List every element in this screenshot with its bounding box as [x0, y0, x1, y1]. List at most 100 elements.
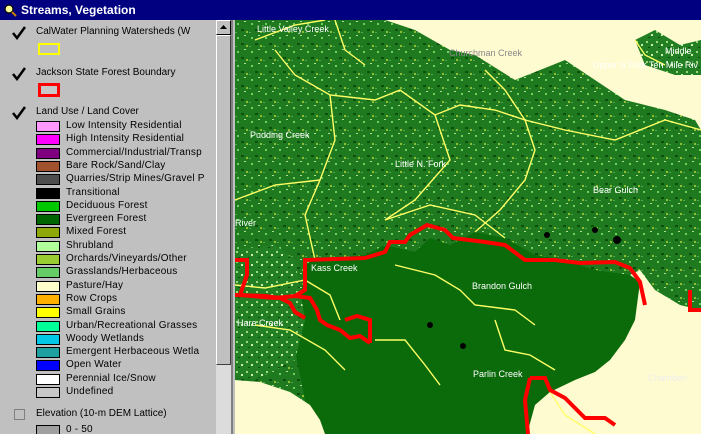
label-parlin-creek: Parlin Creek — [473, 369, 523, 379]
legend-row: Undefined — [36, 386, 216, 399]
legend-label: Bare Rock/Sand/Clay — [66, 159, 166, 171]
legend-swatch — [36, 160, 60, 172]
legend-row: Evergreen Forest — [36, 213, 216, 226]
label-bear-gulch: Bear Gulch — [593, 185, 638, 195]
legend-scrollbar[interactable] — [216, 20, 231, 434]
label-upper-s-fork: Upper S Fork Ten Mile Riv — [593, 60, 698, 70]
legend-swatch — [36, 387, 60, 398]
theme-calwater[interactable]: CalWater Planning Watersheds (W — [0, 26, 216, 62]
legend-swatch — [36, 373, 60, 385]
legend-swatch — [36, 347, 60, 359]
legend-row: High Intensity Residential — [36, 133, 216, 146]
legend-swatch — [36, 134, 60, 146]
checkbox-checked-icon[interactable] — [12, 67, 26, 81]
checkbox-unchecked-icon[interactable] — [14, 409, 25, 420]
label-hare-creek: Hare Creek — [237, 318, 284, 328]
legend-swatch — [36, 280, 60, 292]
legend-row: Row Crops — [36, 293, 216, 306]
legend-row: Transitional — [36, 187, 216, 200]
label-river: River — [235, 218, 256, 228]
view-icon — [3, 3, 17, 17]
legend-label: Grasslands/Herbaceous — [66, 266, 178, 278]
legend-row: Grasslands/Herbaceous — [36, 266, 216, 279]
legend-label: Commercial/Industrial/Transp — [66, 146, 202, 158]
theme-name: CalWater Planning Watersheds (W — [36, 26, 191, 37]
legend-label: Orchards/Vineyards/Other — [66, 253, 187, 264]
legend-label: Mixed Forest — [66, 226, 127, 238]
theme-name: Elevation (10-m DEM Lattice) — [36, 408, 167, 419]
legend-label: Perennial Ice/Snow — [66, 372, 156, 384]
legend-swatch — [36, 200, 60, 212]
arrow-up-icon — [220, 25, 227, 29]
legend-row: Small Grains — [36, 306, 216, 319]
legend-row: Bare Rock/Sand/Clay — [36, 160, 216, 173]
legend-swatch — [36, 240, 60, 252]
legend-label: Evergreen Forest — [66, 213, 147, 225]
legend-swatch — [36, 320, 60, 332]
window-title: Streams, Vegetation — [21, 3, 136, 17]
legend-label: Open Water — [66, 359, 122, 371]
legend-label: Deciduous Forest — [66, 199, 148, 211]
label-kass-creek: Kass Creek — [311, 263, 358, 273]
legend-label: Emergent Herbaceous Wetla — [66, 346, 200, 358]
legend-row: Open Water — [36, 359, 216, 372]
legend-label: Low Intensity Residential — [66, 120, 182, 131]
watershed-symbol — [38, 43, 60, 55]
legend-row: Low Intensity Residential — [36, 120, 216, 133]
theme-jackson-forest[interactable]: Jackson State Forest Boundary — [0, 67, 216, 103]
legend-row-elevation: 0 - 50 — [36, 424, 216, 434]
legend-label: Undefined — [66, 386, 114, 397]
theme-name: Land Use / Land Cover — [36, 106, 139, 117]
legend-row: Deciduous Forest — [36, 200, 216, 213]
map-view[interactable]: Little Valley Creek Churchman Creek Midd… — [235, 20, 701, 434]
legend-label: Shrubland — [66, 239, 114, 251]
legend-swatch — [36, 293, 60, 305]
title-bar: Streams, Vegetation — [0, 0, 701, 20]
legend-content: CalWater Planning Watersheds (W Jackson … — [0, 20, 216, 434]
label-middle: Middle — [665, 46, 692, 56]
legend-label: Quarries/Strip Mines/Gravel P — [66, 173, 205, 185]
legend-swatch — [36, 307, 60, 319]
label-chamberlain: Chamberl — [648, 373, 687, 383]
legend-row: Urban/Recreational Grasses — [36, 320, 216, 333]
theme-name: Jackson State Forest Boundary — [36, 67, 176, 78]
legend-swatch — [36, 121, 60, 132]
legend-swatch — [36, 254, 60, 265]
legend-row: Mixed Forest — [36, 226, 216, 239]
legend-swatch — [36, 147, 60, 159]
legend-row: Quarries/Strip Mines/Gravel P — [36, 173, 216, 186]
legend-swatch — [36, 214, 60, 226]
legend-row: Commercial/Industrial/Transp — [36, 147, 216, 160]
legend-swatch — [36, 425, 60, 434]
legend-row: Orchards/Vineyards/Other — [36, 253, 216, 266]
label-little-valley-creek: Little Valley Creek — [257, 24, 329, 34]
legend-swatch — [36, 174, 60, 186]
legend-row: Pasture/Hay — [36, 280, 216, 293]
legend-swatch — [36, 187, 60, 199]
legend-swatch — [36, 267, 60, 279]
label-pudding-creek: Pudding Creek — [250, 130, 310, 140]
legend-row: Shrubland — [36, 240, 216, 253]
legend-label: Small Grains — [66, 306, 126, 318]
table-of-contents[interactable]: CalWater Planning Watersheds (W Jackson … — [0, 20, 233, 434]
legend-label: Woody Wetlands — [66, 332, 145, 344]
legend-label: 0 - 50 — [66, 424, 93, 434]
legend-swatch — [36, 333, 60, 345]
legend-label: Row Crops — [66, 292, 118, 304]
label-churchman-creek: Churchman Creek — [449, 48, 523, 58]
scroll-up-button[interactable] — [216, 20, 231, 35]
legend-swatch — [36, 227, 60, 239]
legend-label: Pasture/Hay — [66, 279, 124, 291]
scroll-thumb[interactable] — [216, 35, 231, 365]
legend-label: High Intensity Residential — [66, 133, 185, 145]
legend-row: Perennial Ice/Snow — [36, 373, 216, 386]
legend-label: Transitional — [66, 186, 120, 198]
legend-row: Emergent Herbaceous Wetla — [36, 346, 216, 359]
checkbox-checked-icon[interactable] — [12, 106, 26, 120]
legend-row: Woody Wetlands — [36, 333, 216, 346]
label-brandon-gulch: Brandon Gulch — [472, 281, 532, 291]
checkbox-checked-icon[interactable] — [12, 26, 26, 40]
legend-swatch — [36, 360, 60, 372]
legend-label: Urban/Recreational Grasses — [66, 319, 198, 331]
label-little-n-fork: Little N. Fork — [395, 159, 447, 169]
